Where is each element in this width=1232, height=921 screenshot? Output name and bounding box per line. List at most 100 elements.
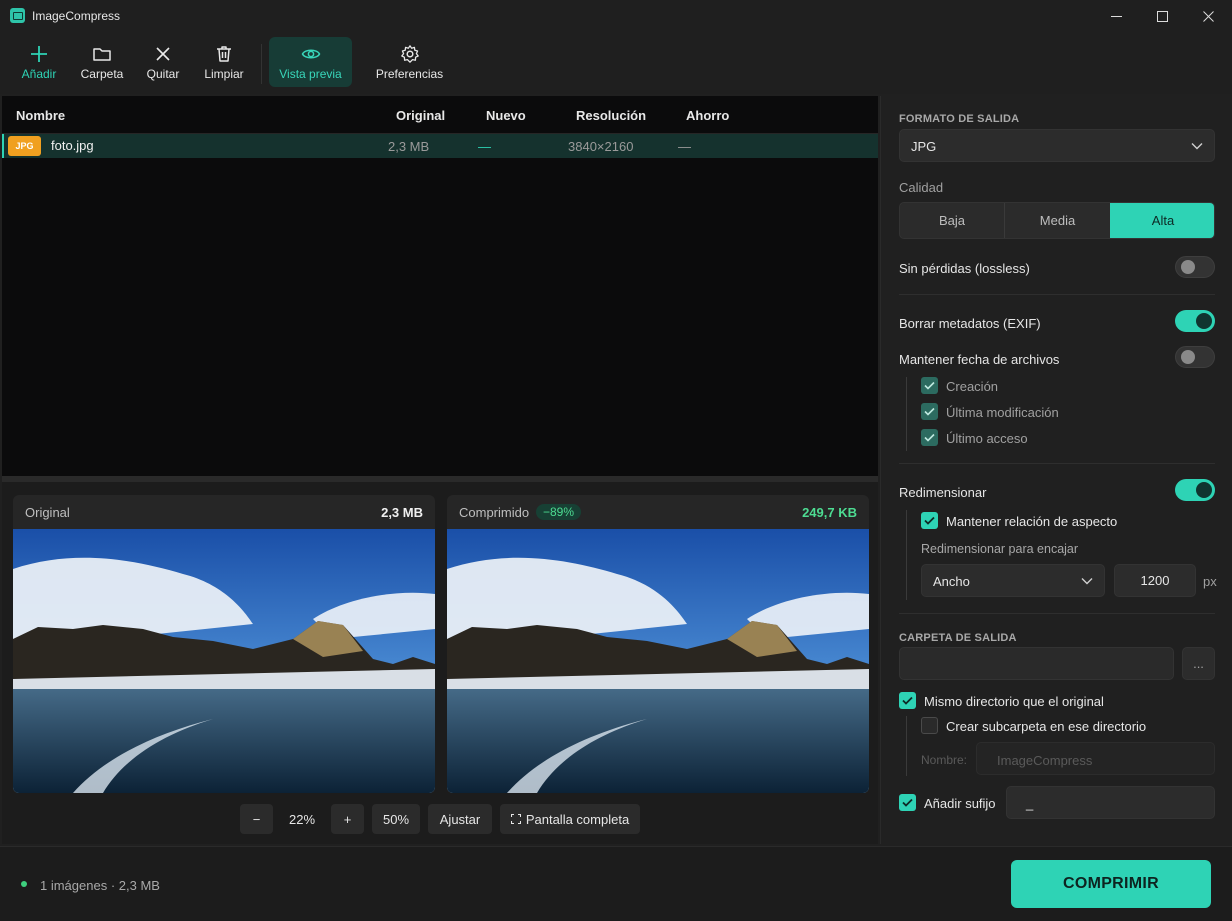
plus-icon <box>31 45 47 62</box>
file-type-badge: JPG <box>8 136 41 156</box>
window-title: ImageCompress <box>32 9 121 23</box>
quality-option-medium[interactable]: Media <box>1005 203 1110 238</box>
column-original[interactable]: Original <box>396 108 445 123</box>
browse-folder-button[interactable]: ... <box>1182 647 1215 680</box>
preview-area: Original 2,3 MB Comprimido −89% 249,7 KB… <box>2 482 878 844</box>
fullscreen-button[interactable]: Pantalla completa <box>500 804 640 834</box>
same-directory-checkbox[interactable] <box>899 692 916 709</box>
keep-dates-toggle[interactable] <box>1175 346 1215 368</box>
zoom-in-button[interactable]: + <box>331 804 364 834</box>
folder-button[interactable]: Carpeta <box>74 37 130 87</box>
folder-label: Carpeta <box>80 66 124 81</box>
eye-icon <box>301 49 320 58</box>
fullscreen-icon <box>510 814 521 824</box>
fit-value-input[interactable]: 1200 <box>1114 564 1196 597</box>
indent-guide <box>906 377 907 451</box>
status-text: 1 imágenes · 2,3 MB <box>40 878 160 893</box>
lossless-toggle[interactable] <box>1175 256 1215 278</box>
suffix-input[interactable]: _ <box>1006 786 1215 819</box>
subfolder-checkbox[interactable] <box>921 717 938 734</box>
zoom-preset-button[interactable]: 50% <box>372 804 420 834</box>
access-date-checkbox[interactable] <box>921 429 938 446</box>
add-button[interactable]: Añadir <box>14 37 64 87</box>
resize-label: Redimensionar <box>899 485 987 500</box>
divider <box>899 463 1215 464</box>
clear-button[interactable]: Limpiar <box>196 37 252 87</box>
preview-toggle-button[interactable]: Vista previa <box>269 37 352 87</box>
divider <box>899 294 1215 295</box>
title-bar: ImageCompress <box>0 0 1232 32</box>
close-button[interactable] <box>1185 0 1231 32</box>
original-preview-image[interactable] <box>13 529 435 793</box>
preferences-button[interactable]: Preferencias <box>372 37 447 87</box>
toggle-knob <box>1196 313 1212 329</box>
suffix-value: _ <box>1026 796 1034 811</box>
compressed-preview-size: 249,7 KB <box>802 505 857 520</box>
fit-dimension-value: Ancho <box>933 574 970 589</box>
file-original-size: 2,3 MB <box>388 139 430 154</box>
creation-date-checkbox[interactable] <box>921 377 938 394</box>
column-new[interactable]: Nuevo <box>486 108 526 123</box>
file-name: foto.jpg <box>51 138 94 153</box>
modified-date-checkbox[interactable] <box>921 403 938 420</box>
toggle-knob <box>1181 260 1195 274</box>
folder-icon <box>93 47 111 61</box>
file-table: Nombre Original Nuevo Resolución Ahorro … <box>2 96 878 476</box>
subfolder-label: Crear subcarpeta en ese directorio <box>946 719 1147 734</box>
divider <box>899 613 1215 614</box>
column-resolution[interactable]: Resolución <box>576 108 646 123</box>
trash-icon <box>217 45 231 62</box>
remove-button[interactable]: Quitar <box>138 37 188 87</box>
resize-toggle[interactable] <box>1175 479 1215 501</box>
compressed-preview-label: Comprimido <box>459 505 530 520</box>
subfolder-name-input[interactable]: ImageCompress <box>976 742 1215 775</box>
fit-button[interactable]: Ajustar <box>428 804 492 834</box>
table-header: Nombre Original Nuevo Resolución Ahorro <box>2 96 878 134</box>
access-date-label: Último acceso <box>946 431 1028 446</box>
preview-label: Vista previa <box>279 66 342 81</box>
original-preview-label: Original <box>25 505 70 520</box>
same-directory-label: Mismo directorio que el original <box>924 694 1104 709</box>
minimize-icon <box>1110 15 1122 17</box>
chevron-down-icon <box>1081 578 1093 585</box>
output-folder-input[interactable] <box>899 647 1174 680</box>
status-indicator-icon <box>21 881 27 887</box>
remove-label: Quitar <box>146 66 180 81</box>
check-icon <box>924 433 935 442</box>
strip-metadata-toggle[interactable] <box>1175 310 1215 332</box>
keep-dates-label: Mantener fecha de archivos <box>899 352 1060 367</box>
chevron-down-icon <box>1191 143 1203 150</box>
zoom-out-button[interactable]: − <box>240 804 273 834</box>
compressed-preview-header: Comprimido −89% 249,7 KB <box>447 495 869 529</box>
indent-guide <box>906 510 907 600</box>
check-icon <box>924 516 935 525</box>
indent-guide <box>906 716 907 776</box>
file-resolution: 3840×2160 <box>568 139 634 154</box>
check-icon <box>924 407 935 416</box>
preferences-label: Preferencias <box>375 66 444 81</box>
keep-aspect-checkbox[interactable] <box>921 512 938 529</box>
compressed-preview-image[interactable] <box>447 529 869 793</box>
toggle-knob <box>1196 482 1212 498</box>
fit-dimension-select[interactable]: Ancho <box>921 564 1105 597</box>
fit-label: Redimensionar para encajar <box>921 542 1079 556</box>
row-selection-indicator <box>2 134 4 158</box>
column-savings[interactable]: Ahorro <box>686 108 729 123</box>
toolbar: Añadir Carpeta Quitar Limpiar Vista prev… <box>0 32 1232 94</box>
minimize-button[interactable] <box>1093 0 1139 32</box>
quality-option-high[interactable]: Alta <box>1110 203 1214 238</box>
table-row[interactable]: JPG foto.jpg 2,3 MB — 3840×2160 — <box>2 134 878 158</box>
suffix-label: Añadir sufijo <box>924 796 996 811</box>
maximize-button[interactable] <box>1139 0 1185 32</box>
check-icon <box>902 798 913 807</box>
output-folder-title: CARPETA DE SALIDA <box>899 632 1017 644</box>
column-name[interactable]: Nombre <box>16 108 65 123</box>
format-value: JPG <box>911 139 937 154</box>
subfolder-name-placeholder: ImageCompress <box>997 753 1093 768</box>
suffix-checkbox[interactable] <box>899 794 916 811</box>
quality-option-low[interactable]: Baja <box>900 203 1004 238</box>
format-select[interactable]: JPG <box>899 129 1215 162</box>
compressed-preview-card: Comprimido −89% 249,7 KB <box>447 495 869 793</box>
file-savings: — <box>678 139 691 154</box>
compress-button[interactable]: COMPRIMIR <box>1011 860 1211 908</box>
